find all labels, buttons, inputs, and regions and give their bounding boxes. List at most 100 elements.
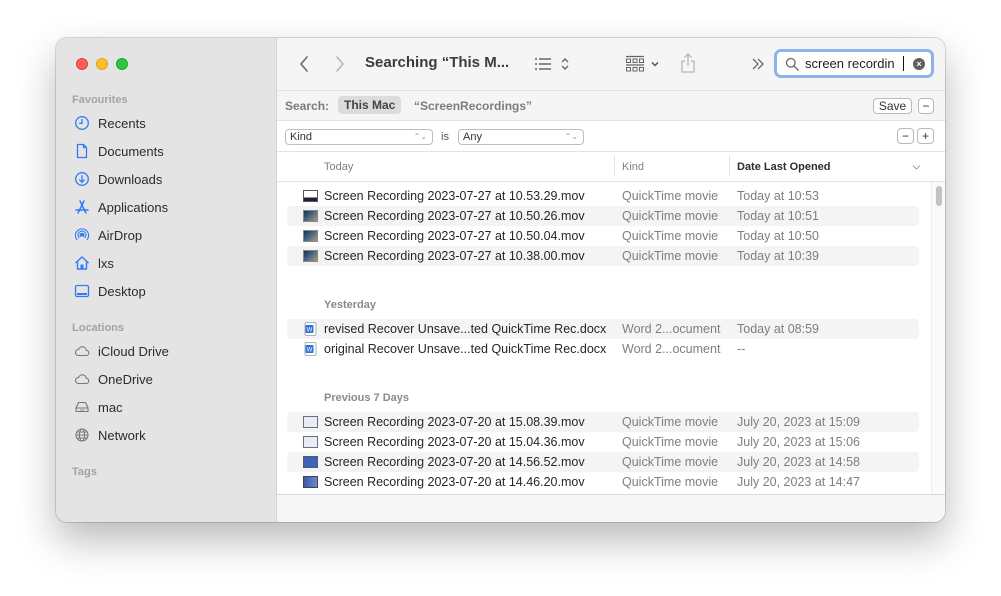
sidebar: Favourites Recents Documents Downloads A… (56, 38, 277, 522)
file-row[interactable]: Screen Recording 2023-07-27 at 10.38.00.… (287, 246, 919, 266)
criteria-attribute-popup[interactable]: Kind ⌃⌄ (285, 129, 433, 145)
home-icon (74, 255, 90, 271)
chevron-left-icon (300, 56, 308, 72)
file-name: Screen Recording 2023-07-27 at 10.50.04.… (324, 229, 585, 243)
column-kind-header[interactable]: Kind (622, 161, 644, 173)
file-list: Screen Recording 2023-07-27 at 10.53.29.… (277, 183, 931, 494)
chevron-down-icon[interactable] (912, 163, 921, 171)
movie-thumbnail-icon (303, 250, 318, 262)
clear-search-icon[interactable]: × (913, 58, 925, 70)
download-icon (74, 171, 90, 187)
updown-chevron-icon: ⌃⌄ (413, 132, 427, 141)
file-date: July 20, 2023 at 14:47 (737, 475, 861, 489)
sidebar-item-icloud-drive[interactable]: iCloud Drive (74, 339, 264, 363)
sidebar-item-applications[interactable]: Applications (74, 195, 264, 219)
column-name-header[interactable]: Today (324, 161, 353, 173)
file-row[interactable]: Screen Recording 2023-07-27 at 10.50.26.… (287, 206, 919, 226)
file-name: Screen Recording 2023-07-20 at 15.08.39.… (324, 415, 585, 429)
file-name: Screen Recording 2023-07-27 at 10.50.26.… (324, 209, 585, 223)
sidebar-item-airdrop[interactable]: AirDrop (74, 223, 264, 247)
criteria-value-popup[interactable]: Any ⌃⌄ (458, 129, 584, 145)
remove-scope-button[interactable]: − (918, 98, 934, 114)
close-window-button[interactable] (76, 58, 88, 70)
sidebar-item-downloads[interactable]: Downloads (74, 167, 264, 191)
file-row[interactable]: Screen Recording 2023-07-20 at 14.46.20.… (287, 472, 919, 492)
sidebar-item-documents[interactable]: Documents (74, 139, 264, 163)
updown-chevron-icon (561, 58, 569, 70)
sidebar-section-tags: Tags (72, 466, 97, 478)
sidebar-item-label: Applications (98, 199, 169, 215)
file-row[interactable]: Screen Recording 2023-07-20 at 15.08.39.… (287, 412, 919, 432)
toolbar-overflow-button[interactable] (749, 55, 767, 73)
file-row[interactable]: Screen Recording 2023-07-20 at 15.04.36.… (287, 432, 919, 452)
sidebar-item-network[interactable]: Network (74, 423, 264, 447)
movie-thumbnail-icon (303, 210, 318, 222)
remove-criteria-button[interactable]: − (897, 128, 914, 144)
search-input[interactable] (805, 56, 905, 71)
criteria-value: Any (463, 131, 482, 143)
word-document-icon: W (304, 342, 317, 356)
forward-button[interactable] (331, 54, 349, 74)
add-criteria-button[interactable]: + (917, 128, 934, 144)
sidebar-item-label: lxs (98, 255, 114, 271)
search-scope-bar: Search: This Mac “ScreenRecordings” Save… (277, 90, 945, 121)
file-date: Today at 08:59 (737, 322, 820, 336)
sidebar-item-mac[interactable]: mac (74, 395, 264, 419)
column-date-header[interactable]: Date Last Opened (737, 161, 831, 173)
maximize-window-button[interactable] (116, 58, 128, 70)
sidebar-section-favourites: Favourites (72, 94, 128, 106)
group-button[interactable] (622, 54, 662, 74)
view-options-button[interactable] (532, 54, 572, 74)
file-date: July 20, 2023 at 15:06 (737, 435, 861, 449)
save-search-button[interactable]: Save (873, 98, 912, 114)
file-date: -- (737, 342, 746, 356)
scrollbar-thumb[interactable] (936, 186, 942, 206)
file-name: Screen Recording 2023-07-27 at 10.53.29.… (324, 189, 585, 203)
minimize-window-button[interactable] (96, 58, 108, 70)
file-row[interactable]: W original Recover Unsave...ted QuickTim… (287, 339, 919, 359)
file-date: Today at 10:50 (737, 229, 820, 243)
file-name: Screen Recording 2023-07-20 at 14.56.52.… (324, 455, 585, 469)
search-criteria-bar: Kind ⌃⌄ is Any ⌃⌄ − + (277, 121, 945, 152)
file-row[interactable]: Screen Recording 2023-07-27 at 10.53.29.… (287, 186, 919, 206)
sidebar-item-desktop[interactable]: Desktop (74, 279, 264, 303)
sidebar-item-label: Network (98, 427, 146, 443)
svg-text:W: W (307, 348, 313, 354)
sidebar-item-onedrive[interactable]: OneDrive (74, 367, 264, 391)
scope-this-mac-button[interactable]: This Mac (338, 96, 402, 114)
file-row[interactable]: Screen Recording 2023-07-20 at 14.56.52.… (287, 452, 919, 472)
updown-chevron-icon: ⌃⌄ (564, 132, 578, 141)
movie-thumbnail-icon (303, 476, 318, 488)
status-bar (277, 494, 945, 522)
movie-thumbnail-icon (303, 416, 318, 428)
search-field[interactable]: × (774, 49, 934, 78)
document-icon (74, 143, 90, 159)
sidebar-item-label: Documents (98, 143, 164, 159)
file-name: Screen Recording 2023-07-20 at 14.46.20.… (324, 475, 585, 489)
clock-icon (74, 115, 90, 131)
sidebar-item-home[interactable]: lxs (74, 251, 264, 275)
file-row[interactable]: Screen Recording 2023-07-27 at 10.50.04.… (287, 226, 919, 246)
sidebar-item-label: AirDrop (98, 227, 143, 243)
file-kind: QuickTime movie (622, 189, 719, 203)
file-kind: QuickTime movie (622, 475, 719, 489)
file-date: Today at 10:51 (737, 209, 820, 223)
share-icon (681, 53, 695, 73)
text-caret (903, 56, 904, 71)
airdrop-icon (74, 227, 90, 243)
sidebar-item-recents[interactable]: Recents (74, 111, 264, 135)
vertical-scrollbar[interactable] (931, 182, 945, 494)
sidebar-item-label: mac (98, 399, 123, 415)
back-button[interactable] (295, 54, 313, 74)
file-name: revised Recover Unsave...ted QuickTime R… (324, 322, 607, 336)
list-view-icon (535, 58, 551, 70)
svg-text:W: W (307, 328, 313, 334)
scope-folder-button[interactable]: “ScreenRecordings” (414, 99, 532, 113)
toolbar: Searching “This M... × (277, 38, 945, 90)
column-divider[interactable] (614, 156, 615, 176)
file-row[interactable]: W revised Recover Unsave...ted QuickTime… (287, 319, 919, 339)
share-button[interactable] (678, 52, 698, 74)
chevron-right-icon (336, 56, 344, 72)
movie-thumbnail-icon (303, 456, 318, 468)
column-divider[interactable] (729, 156, 730, 176)
